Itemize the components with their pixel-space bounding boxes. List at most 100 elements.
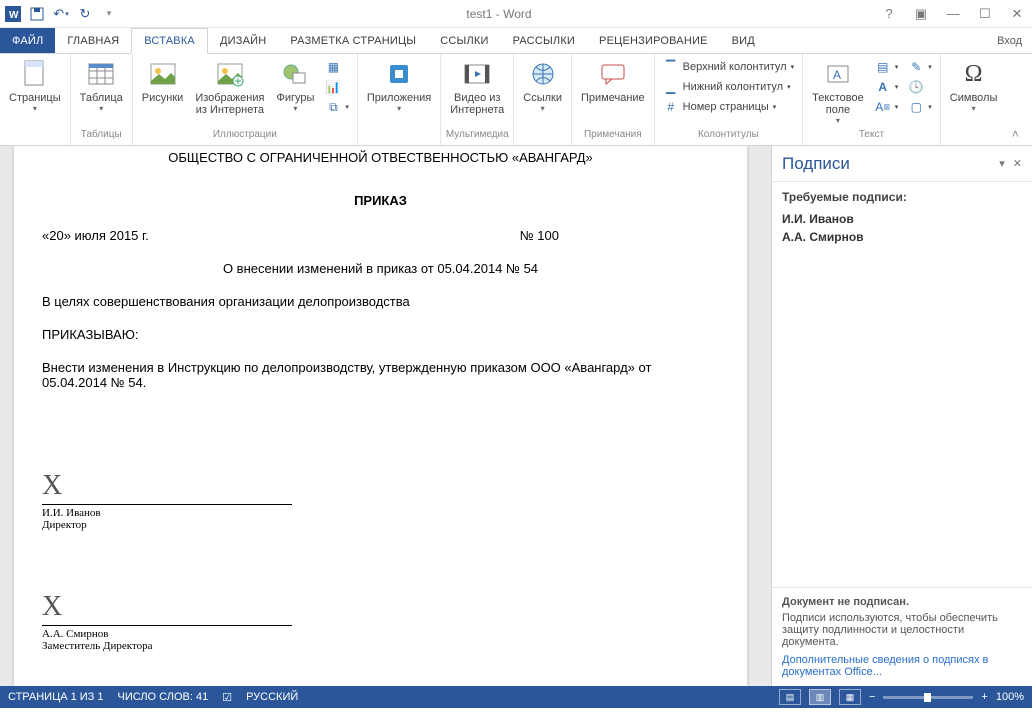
- video-icon: [461, 58, 493, 90]
- help-icon[interactable]: ?: [878, 6, 900, 21]
- maximize-icon[interactable]: ☐: [974, 6, 996, 22]
- close-icon[interactable]: ✕: [1006, 6, 1028, 22]
- sigline-button[interactable]: ✎▾: [906, 58, 934, 76]
- panel-footer: Документ не подписан. Подписи используют…: [772, 588, 1032, 686]
- status-words[interactable]: ЧИСЛО СЛОВ: 41: [118, 691, 209, 703]
- ribbon: Страницы▾ Таблица▾ Таблицы Рисунки Изобр…: [0, 54, 1032, 146]
- status-proofing-icon[interactable]: ☑: [222, 691, 232, 704]
- signature-block-1[interactable]: X И.И. Иванов Директор: [42, 470, 719, 531]
- tab-references[interactable]: ССЫЛКИ: [428, 28, 500, 53]
- qat-dropdown-icon[interactable]: ▾: [98, 3, 120, 25]
- tab-view[interactable]: ВИД: [720, 28, 767, 53]
- statusbar: СТРАНИЦА 1 ИЗ 1 ЧИСЛО СЛОВ: 41 ☑ РУССКИЙ…: [0, 686, 1032, 708]
- status-page[interactable]: СТРАНИЦА 1 ИЗ 1: [8, 691, 104, 703]
- tab-review[interactable]: РЕЦЕНЗИРОВАНИЕ: [587, 28, 720, 53]
- tab-home[interactable]: ГЛАВНАЯ: [55, 28, 131, 53]
- document-area[interactable]: ОБЩЕСТВО С ОГРАНИЧЕННОЙ ОТВЕСТВЕННОСТЬЮ …: [0, 146, 772, 686]
- view-print-icon[interactable]: ▥: [809, 689, 831, 705]
- text-mini2: ✎▾ 🕓 ▢▾: [904, 56, 936, 118]
- smartart-button[interactable]: ▦: [323, 58, 351, 76]
- links-button[interactable]: Ссылки▾: [518, 56, 567, 115]
- apps-button[interactable]: Приложения▾: [362, 56, 436, 115]
- doc-subject: О внесении изменений в приказ от 05.04.2…: [42, 261, 719, 276]
- pages-icon: [19, 58, 51, 90]
- zoom-in-icon[interactable]: +: [981, 691, 987, 703]
- header-icon: ▔: [663, 59, 679, 75]
- view-web-icon[interactable]: ▦: [839, 689, 861, 705]
- quickparts-icon: ▤: [875, 59, 891, 75]
- undo-icon[interactable]: ↶▾: [50, 3, 72, 25]
- pages-button[interactable]: Страницы▾: [4, 56, 66, 115]
- doc-org: ОБЩЕСТВО С ОГРАНИЧЕННОЙ ОТВЕСТВЕННОСТЬЮ …: [42, 150, 719, 165]
- tab-design[interactable]: ДИЗАЙН: [208, 28, 278, 53]
- online-video-button[interactable]: Видео из Интернета: [445, 56, 509, 118]
- pictures-button[interactable]: Рисунки: [137, 56, 189, 106]
- titlebar: W ↶▾ ↻ ▾ test1 - Word ? ▣ — ☐ ✕: [0, 0, 1032, 28]
- zoom-value[interactable]: 100%: [996, 691, 1024, 703]
- status-language[interactable]: РУССКИЙ: [246, 691, 298, 703]
- dropcap-icon: A≡: [875, 99, 891, 115]
- minimize-icon[interactable]: —: [942, 6, 964, 21]
- tab-layout[interactable]: РАЗМЕТКА СТРАНИЦЫ: [278, 28, 428, 53]
- panel-desc: Подписи используются, чтобы обеспечить з…: [782, 612, 1022, 648]
- signature-block-2[interactable]: X А.А. Смирнов Заместитель Директора: [42, 591, 719, 652]
- doc-order: ПРИКАЗЫВАЮ:: [42, 327, 719, 342]
- ribbon-tabs: ФАЙЛ ГЛАВНАЯ ВСТАВКА ДИЗАЙН РАЗМЕТКА СТР…: [0, 28, 1032, 54]
- dropcap-button[interactable]: A≡▾: [873, 98, 901, 116]
- page[interactable]: ОБЩЕСТВО С ОГРАНИЧЕННОЙ ОТВЕСТВЕННОСТЬЮ …: [14, 146, 747, 686]
- comment-icon: [597, 58, 629, 90]
- collapse-ribbon-icon[interactable]: ˄: [1006, 54, 1024, 145]
- redo-icon[interactable]: ↻: [74, 3, 96, 25]
- signature-x-icon: X: [42, 591, 719, 623]
- tab-file[interactable]: ФАЙЛ: [0, 28, 55, 53]
- zoom-slider[interactable]: [883, 696, 973, 699]
- panel-more-link[interactable]: Дополнительные сведения о подписях в док…: [782, 654, 1022, 678]
- doc-number: № 100: [520, 228, 559, 243]
- object-icon: ▢: [908, 99, 924, 115]
- header-button[interactable]: ▔Верхний колонтитул ▾: [661, 58, 796, 76]
- page-number-button[interactable]: #Номер страницы ▾: [661, 98, 796, 116]
- save-icon[interactable]: [26, 3, 48, 25]
- panel-header: Подписи ▾✕: [772, 146, 1032, 182]
- symbol-icon: Ω: [958, 58, 990, 90]
- unsigned-label: Документ не подписан.: [782, 596, 1022, 608]
- signer-item[interactable]: И.И. Иванов: [782, 212, 1022, 226]
- tab-mailings[interactable]: РАССЫЛКИ: [501, 28, 587, 53]
- tab-insert[interactable]: ВСТАВКА: [131, 28, 208, 54]
- comment-button[interactable]: Примечание: [576, 56, 650, 106]
- smartart-icon: ▦: [325, 59, 341, 75]
- pagenum-icon: #: [663, 99, 679, 115]
- signin-button[interactable]: Вход: [987, 28, 1032, 53]
- picture-icon: [147, 58, 179, 90]
- shapes-icon: [279, 58, 311, 90]
- apps-icon: [383, 58, 415, 90]
- doc-body: Внести изменения в Инструкцию по делопро…: [42, 360, 719, 390]
- text-mini: ▤▾ A▾ A≡▾: [871, 56, 903, 118]
- required-signatures-label: Требуемые подписи:: [782, 190, 1022, 204]
- panel-menu-icon[interactable]: ▾: [999, 157, 1005, 170]
- textbox-button[interactable]: A Текстовое поле▾: [807, 56, 869, 127]
- online-pictures-button[interactable]: Изображения из Интернета: [190, 56, 269, 118]
- shapes-button[interactable]: Фигуры▾: [271, 56, 319, 115]
- datetime-icon: 🕓: [908, 79, 924, 95]
- signature-x-icon: X: [42, 470, 719, 502]
- svg-text:W: W: [9, 10, 19, 21]
- zoom-out-icon[interactable]: −: [869, 691, 875, 703]
- textbox-icon: A: [822, 58, 854, 90]
- quickparts-button[interactable]: ▤▾: [873, 58, 901, 76]
- wordart-button[interactable]: A▾: [873, 78, 901, 96]
- datetime-button[interactable]: 🕓: [906, 78, 934, 96]
- panel-close-icon[interactable]: ✕: [1013, 157, 1022, 170]
- globe-icon: [527, 58, 559, 90]
- panel-body: Требуемые подписи: И.И. Иванов А.А. Смир…: [772, 182, 1032, 588]
- view-read-icon[interactable]: ▤: [779, 689, 801, 705]
- object-button[interactable]: ▢▾: [906, 98, 934, 116]
- ribbon-options-icon[interactable]: ▣: [910, 6, 932, 22]
- footer-button[interactable]: ▁Нижний колонтитул ▾: [661, 78, 796, 96]
- screenshot-button[interactable]: ⧉▾: [323, 98, 351, 116]
- quick-access-toolbar: W ↶▾ ↻ ▾: [4, 3, 120, 25]
- signer-item[interactable]: А.А. Смирнов: [782, 230, 1022, 244]
- symbols-button[interactable]: Ω Символы▾: [945, 56, 1003, 115]
- table-button[interactable]: Таблица▾: [75, 56, 128, 115]
- chart-button[interactable]: 📊: [323, 78, 351, 96]
